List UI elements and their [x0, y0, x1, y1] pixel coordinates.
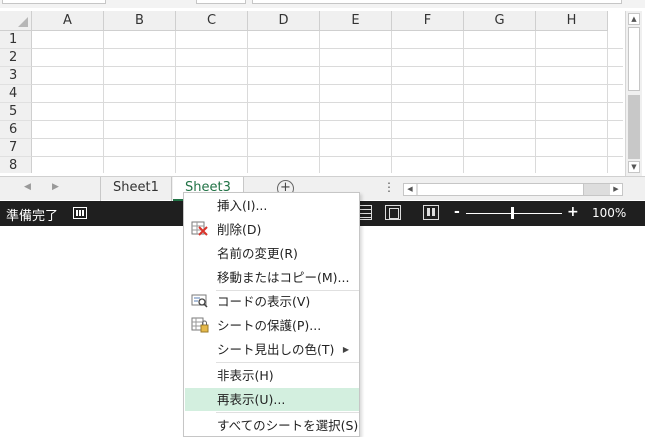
name-box[interactable] — [2, 0, 106, 4]
scroll-up-icon[interactable]: ▲ — [628, 13, 640, 25]
menu-item-label: 移動またはコピー(M)... — [217, 270, 350, 285]
row-header-7[interactable]: 7 — [0, 139, 32, 157]
formula-buttons[interactable] — [196, 0, 246, 4]
row-header-4[interactable]: 4 — [0, 85, 32, 103]
menu-item-hide[interactable]: 非表示(H) — [185, 364, 359, 387]
column-header-h[interactable]: H — [536, 11, 608, 31]
menu-item-view-code[interactable]: コードの表示(V) — [185, 290, 359, 313]
page-layout-view-icon[interactable] — [385, 205, 401, 220]
status-ready-text: 準備完了 — [6, 209, 59, 224]
menu-item-tab-color[interactable]: シート見出しの色(T) ▶ — [185, 338, 359, 361]
page-break-view-icon[interactable] — [423, 205, 439, 220]
menu-item-insert[interactable]: 挿入(I)... — [185, 194, 359, 217]
row-header-6[interactable]: 6 — [0, 121, 32, 139]
row-header-5[interactable]: 5 — [0, 103, 32, 121]
macro-record-icon[interactable] — [73, 207, 87, 219]
select-all-corner[interactable] — [0, 11, 32, 31]
tab-scroll-left-icon[interactable]: ◀ — [24, 182, 31, 192]
sheet-context-menu: 挿入(I)... 削除(D) 名前の変更(R) 移動またはコピー(M)... コ… — [183, 192, 360, 437]
column-header-b[interactable]: B — [104, 11, 176, 31]
menu-item-protect-sheet[interactable]: シートの保護(P)... — [185, 314, 359, 337]
worksheet-grid[interactable]: A B C D E F G H 1 2 3 4 5 6 7 8 — [0, 11, 623, 173]
zoom-slider-knob[interactable] — [511, 207, 514, 219]
zoom-out-button[interactable]: - — [454, 204, 460, 220]
submenu-arrow-icon: ▶ — [342, 345, 349, 354]
scroll-left-icon[interactable]: ◀ — [404, 184, 416, 195]
protect-sheet-icon — [191, 317, 209, 333]
menu-item-label: 削除(D) — [217, 222, 262, 237]
tab-scroll-right-icon[interactable]: ▶ — [52, 182, 59, 192]
horizontal-scroll-thumb[interactable] — [418, 184, 584, 195]
formula-input[interactable] — [252, 0, 622, 4]
menu-item-select-all-sheets[interactable]: すべてのシートを選択(S) — [185, 414, 359, 437]
menu-item-label: 非表示(H) — [217, 368, 274, 383]
menu-item-label: 再表示(U)... — [217, 392, 286, 407]
vertical-scroll-thumb[interactable] — [628, 27, 640, 91]
zoom-slider-track[interactable] — [466, 213, 562, 214]
horizontal-scrollbar[interactable]: ◀ ▶ — [403, 183, 623, 196]
vertical-scroll-track[interactable] — [628, 95, 640, 159]
scroll-down-icon[interactable]: ▼ — [628, 161, 640, 173]
menu-item-label: 名前の変更(R) — [217, 246, 298, 261]
row-header-1[interactable]: 1 — [0, 31, 32, 49]
sheet-tab-sheet1[interactable]: Sheet1 — [100, 177, 172, 201]
menu-item-unhide[interactable]: 再表示(U)... — [185, 388, 359, 411]
delete-sheet-icon — [191, 221, 209, 237]
menu-item-label: 挿入(I)... — [217, 198, 268, 213]
column-header-e[interactable]: E — [320, 11, 392, 31]
column-header-f[interactable]: F — [392, 11, 464, 31]
view-code-icon — [191, 293, 209, 309]
cell-area[interactable] — [32, 31, 623, 173]
column-header-d[interactable]: D — [248, 11, 320, 31]
menu-item-label: シート見出しの色(T) — [217, 342, 335, 357]
zoom-level[interactable]: 100% — [592, 206, 626, 220]
formula-bar-remnant — [0, 0, 645, 8]
menu-item-delete[interactable]: 削除(D) — [185, 218, 359, 241]
menu-separator — [216, 412, 359, 413]
vertical-scrollbar[interactable]: ▲ ▼ — [625, 11, 642, 176]
row-header-3[interactable]: 3 — [0, 67, 32, 85]
column-header-c[interactable]: C — [176, 11, 248, 31]
menu-item-label: コードの表示(V) — [217, 294, 311, 309]
column-header-g[interactable]: G — [464, 11, 536, 31]
zoom-in-button[interactable]: + — [567, 204, 579, 220]
row-header-2[interactable]: 2 — [0, 49, 32, 67]
menu-item-rename[interactable]: 名前の変更(R) — [185, 242, 359, 265]
menu-separator — [216, 362, 359, 363]
tab-split-handle-icon[interactable]: ⋮ — [383, 180, 395, 194]
menu-item-move-copy[interactable]: 移動またはコピー(M)... — [185, 266, 359, 289]
menu-item-label: すべてのシートを選択(S) — [217, 418, 359, 433]
scroll-right-icon[interactable]: ▶ — [610, 184, 622, 195]
column-header-a[interactable]: A — [32, 11, 104, 31]
row-header-8[interactable]: 8 — [0, 157, 32, 173]
menu-item-label: シートの保護(P)... — [217, 318, 322, 333]
